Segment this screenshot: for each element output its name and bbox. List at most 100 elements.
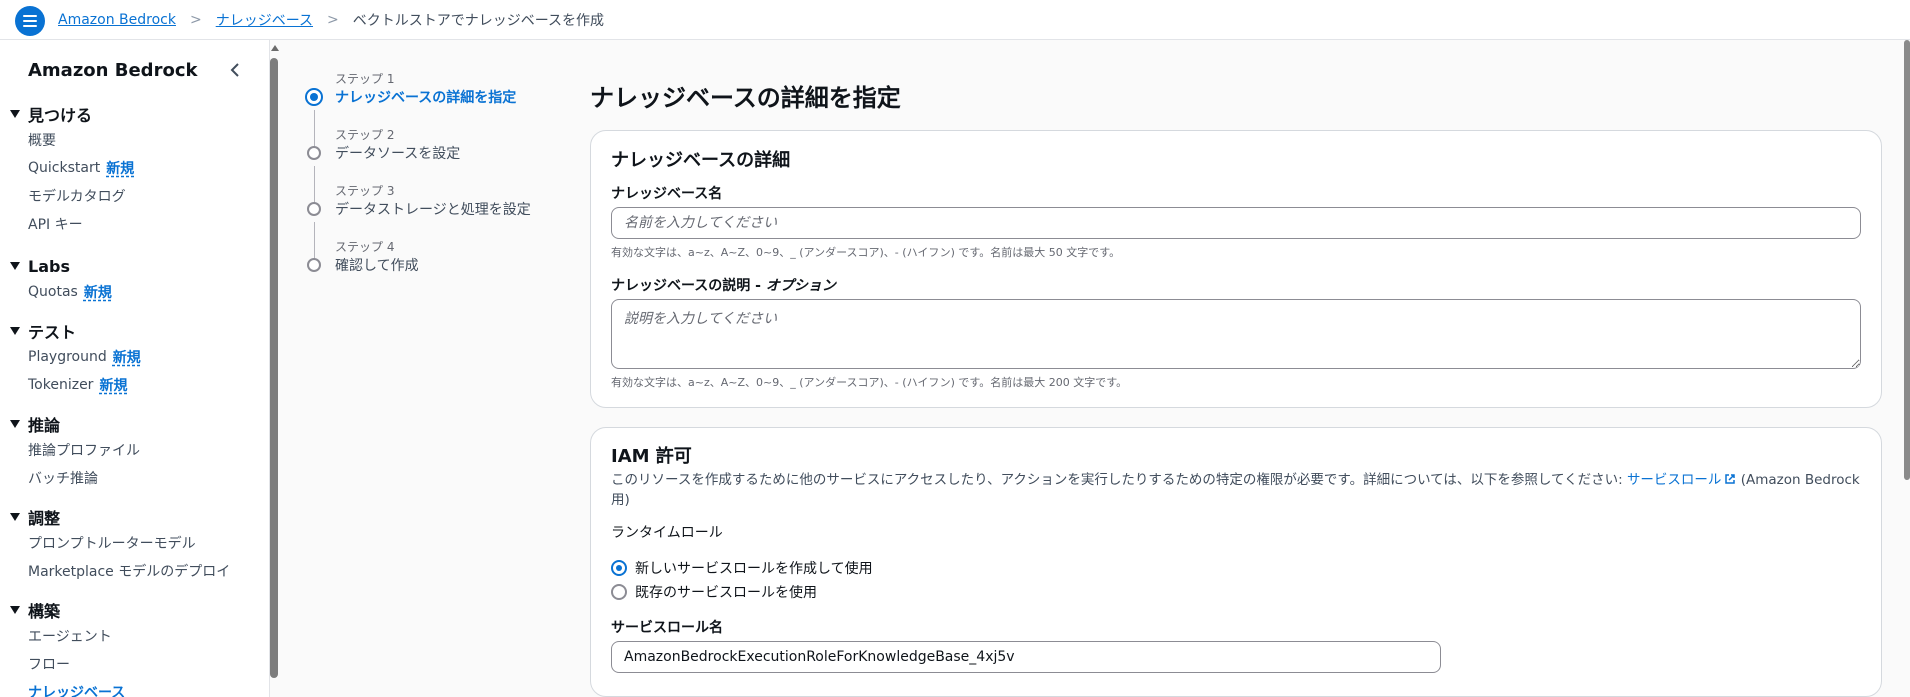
name-label: ナレッジベース名 xyxy=(611,186,723,202)
optional-tag: オプション xyxy=(765,278,836,294)
sidebar-item-knowledge-bases[interactable]: ナレッジベース xyxy=(10,678,260,697)
sidebar-item-inference-profiles[interactable]: 推論プロファイル xyxy=(10,436,260,464)
sidebar-item-label: Marketplace モデルのデプロイ xyxy=(28,564,231,580)
nav-section-discover: 見つける 概要 Quickstart 新規 モデルカタログ API キー xyxy=(10,102,260,238)
iam-description-text: このリソースを作成するために他のサービスにアクセスしたり、アクションを実行したり… xyxy=(611,472,1627,488)
new-badge[interactable]: 新規 xyxy=(113,347,141,367)
sidebar-item-marketplace-deploy[interactable]: Marketplace モデルのデプロイ xyxy=(10,557,260,585)
chevron-right-icon: > xyxy=(189,12,202,28)
service-role-name-label: サービスロール名 xyxy=(611,620,723,636)
nav-section-build: 構築 エージェント フロー ナレッジベース xyxy=(10,598,260,697)
caret-down-icon xyxy=(10,420,20,428)
sidebar-item-label: Tokenizer xyxy=(28,377,94,393)
knowledge-base-details-panel: ナレッジベースの詳細 ナレッジベース名 有効な文字は、a~z、A~Z、0~9、_… xyxy=(590,130,1882,408)
page-scrollbar[interactable] xyxy=(1904,40,1910,480)
nav-heading-tune[interactable]: 調整 xyxy=(10,505,260,529)
nav-heading-inference[interactable]: 推論 xyxy=(10,412,260,436)
breadcrumb-bedrock[interactable]: Amazon Bedrock xyxy=(58,12,176,28)
sidebar-item-label: プロンプトルーターモデル xyxy=(28,536,196,552)
radio-checked-icon[interactable] xyxy=(611,560,627,576)
knowledge-base-name-input[interactable] xyxy=(611,207,1861,239)
service-role-link-text: サービスロール xyxy=(1626,472,1722,488)
radio-new-service-role[interactable]: 新しいサービスロールを作成して使用 xyxy=(611,558,873,578)
sidebar-scrollbar[interactable] xyxy=(270,58,278,678)
description-hint: 有効な文字は、a~z、A~Z、0~9、_ (アンダースコア)、- (ハイフン) … xyxy=(611,376,1128,389)
sidebar-item-quickstart[interactable]: Quickstart 新規 xyxy=(10,154,260,182)
radio-unchecked-icon[interactable] xyxy=(611,584,627,600)
nav-heading-discover[interactable]: 見つける xyxy=(10,102,260,126)
sidebar-item-label: モデルカタログ xyxy=(28,189,126,205)
nav-heading-test[interactable]: テスト xyxy=(10,319,260,343)
service-role-link[interactable]: サービスロール xyxy=(1627,472,1737,488)
nav-heading-build[interactable]: 構築 xyxy=(10,598,260,622)
sidebar-item-label: エージェント xyxy=(28,629,112,645)
nav-section-test: テスト Playground 新規 Tokenizer 新規 xyxy=(10,319,260,399)
sidebar-item-model-catalog[interactable]: モデルカタログ xyxy=(10,182,260,210)
caret-down-icon xyxy=(10,262,20,270)
breadcrumb-knowledge-base[interactable]: ナレッジベース xyxy=(216,10,313,30)
sidebar-item-label: Quotas xyxy=(28,284,78,300)
sidebar-item-agents[interactable]: エージェント xyxy=(10,622,260,650)
sidebar-item-batch-inference[interactable]: バッチ推論 xyxy=(10,464,260,492)
sidebar-item-label: API キー xyxy=(28,217,83,233)
caret-down-icon xyxy=(10,606,20,614)
step-label: ステップ 2 xyxy=(335,128,395,142)
nav-heading-label: 推論 xyxy=(28,416,61,435)
scroll-up-arrow-icon[interactable] xyxy=(271,45,279,51)
new-badge[interactable]: 新規 xyxy=(84,282,112,302)
iam-permissions-panel: IAM 許可 このリソースを作成するために他のサービスにアクセスしたり、アクショ… xyxy=(590,427,1882,697)
sidebar-item-quotas[interactable]: Quotas 新規 xyxy=(10,278,260,306)
step-pending-icon xyxy=(307,258,321,272)
chevron-right-icon: > xyxy=(327,12,339,28)
hamburger-icon xyxy=(23,15,37,27)
sidebar-item-label: ナレッジベース xyxy=(28,685,126,697)
section-title: IAM 許可 xyxy=(611,446,692,467)
new-badge[interactable]: 新規 xyxy=(106,158,134,178)
nav-section-labs: Labs Quotas 新規 xyxy=(10,254,260,306)
sidebar-item-flows[interactable]: フロー xyxy=(10,650,260,678)
chevron-left-icon[interactable] xyxy=(226,60,246,80)
nav-heading-label: Labs xyxy=(28,256,70,276)
sidebar: Amazon Bedrock 見つける 概要 Quickstart 新規 モデルカ… xyxy=(0,40,270,697)
sidebar-title: Amazon Bedrock xyxy=(28,60,198,81)
name-hint: 有効な文字は、a~z、A~Z、0~9、_ (アンダースコア)、- (ハイフン) … xyxy=(611,246,1121,259)
step-title: データソースを設定 xyxy=(335,146,461,162)
step-label: ステップ 1 xyxy=(335,72,395,86)
sidebar-item-label: 推論プロファイル xyxy=(28,443,140,459)
radio-existing-service-role[interactable]: 既存のサービスロールを使用 xyxy=(611,582,817,602)
step-label: ステップ 4 xyxy=(335,240,395,254)
step-current-icon xyxy=(305,88,323,106)
sidebar-item-prompt-router[interactable]: プロンプトルーターモデル xyxy=(10,529,260,557)
description-label-text: ナレッジベースの説明 - xyxy=(611,278,766,294)
sidebar-item-label: フロー xyxy=(28,657,70,673)
knowledge-base-description-input[interactable] xyxy=(611,299,1861,369)
nav-heading-label: 調整 xyxy=(28,509,61,528)
service-role-name-input[interactable] xyxy=(611,641,1441,673)
step-label: ステップ 3 xyxy=(335,184,395,198)
sidebar-item-playground[interactable]: Playground 新規 xyxy=(10,343,260,371)
nav-section-inference: 推論 推論プロファイル バッチ推論 xyxy=(10,412,260,492)
radio-label: 新しいサービスロールを作成して使用 xyxy=(635,561,873,577)
nav-heading-label: 見つける xyxy=(28,106,93,125)
new-badge[interactable]: 新規 xyxy=(99,375,127,395)
runtime-role-label: ランタイムロール xyxy=(611,525,723,541)
external-link-icon xyxy=(1725,474,1736,484)
sidebar-item-label: バッチ推論 xyxy=(28,471,98,487)
step-pending-icon xyxy=(307,202,321,216)
sidebar-item-label: 概要 xyxy=(28,133,56,149)
sidebar-item-overview[interactable]: 概要 xyxy=(10,126,260,154)
breadcrumb-current: ベクトルストアでナレッジベースを作成 xyxy=(352,13,605,29)
radio-label: 既存のサービスロールを使用 xyxy=(635,585,817,601)
page-title: ナレッジベースの詳細を指定 xyxy=(590,84,901,112)
breadcrumb: Amazon Bedrock > ナレッジベース > ベクトルストアでナレッジベ… xyxy=(58,10,604,30)
nav-heading-label: テスト xyxy=(28,323,77,342)
iam-description: このリソースを作成するために他のサービスにアクセスしたり、アクションを実行したり… xyxy=(611,470,1861,510)
nav-heading-labs[interactable]: Labs xyxy=(10,254,260,278)
menu-button[interactable] xyxy=(15,6,45,36)
sidebar-item-api-keys[interactable]: API キー xyxy=(10,210,260,238)
caret-down-icon xyxy=(10,110,20,118)
top-bar: Amazon Bedrock > ナレッジベース > ベクトルストアでナレッジベ… xyxy=(0,0,1910,40)
sidebar-item-tokenizer[interactable]: Tokenizer 新規 xyxy=(10,371,260,399)
step-title[interactable]: ナレッジベースの詳細を指定 xyxy=(335,87,516,107)
step-title: 確認して作成 xyxy=(335,258,419,274)
